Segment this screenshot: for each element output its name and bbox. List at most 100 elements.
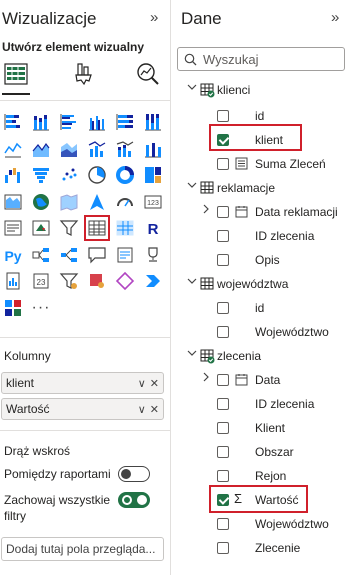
field-row-obszar[interactable]: Obszar (171, 440, 347, 464)
field-checkbox[interactable] (217, 110, 229, 122)
field-row-id-zlecenia[interactable]: ID zlecenia (171, 392, 347, 416)
table-icon[interactable] (84, 215, 110, 241)
multi-row-card-icon[interactable] (2, 217, 24, 239)
field-row-klient[interactable]: Klient (171, 416, 347, 440)
field-row-suma-zlecen[interactable]: Suma Zleceń (171, 152, 347, 176)
field-checkbox[interactable] (217, 230, 229, 242)
funnel-chart-icon[interactable] (30, 164, 52, 186)
field-row-zlecenie[interactable]: Zlecenie (171, 536, 347, 560)
power-apps-icon[interactable]: 23 (30, 270, 52, 292)
cross-report-toggle[interactable] (118, 466, 150, 482)
card-icon[interactable]: 123 (142, 191, 164, 213)
waterfall-chart-icon[interactable] (2, 164, 24, 186)
kpi-icon[interactable] (30, 217, 52, 239)
100-stacked-bar-chart-icon[interactable] (114, 111, 136, 133)
area-chart-icon[interactable] (30, 138, 52, 160)
trophy-icon[interactable] (142, 244, 164, 266)
format-visual-icon[interactable] (68, 58, 100, 90)
chevron-down-icon[interactable] (187, 180, 197, 190)
field-row-wojewodztwo[interactable]: Województwo (171, 512, 347, 536)
r-visual-icon[interactable]: R (142, 217, 164, 239)
mode-tabs (0, 58, 170, 90)
line-chart-icon[interactable] (2, 138, 24, 160)
line-and-column-chart-icon[interactable] (86, 138, 108, 160)
100-stacked-column-chart-icon[interactable] (142, 111, 164, 133)
svg-text:123: 123 (147, 200, 159, 207)
field-checkbox[interactable] (217, 470, 229, 482)
custom-visual-icon[interactable] (2, 297, 24, 319)
build-visual-icon[interactable] (0, 58, 32, 90)
field-row-opis[interactable]: Opis (171, 248, 347, 272)
donut-chart-icon[interactable] (114, 164, 136, 186)
table-row-reklamacje[interactable]: reklamacje (171, 176, 347, 200)
keep-filters-toggle[interactable] (118, 492, 150, 508)
field-row-id[interactable]: id (171, 296, 347, 320)
key-influencers-icon[interactable] (30, 244, 52, 266)
arcgis-icon[interactable] (142, 270, 164, 292)
field-checkbox[interactable] (217, 158, 229, 170)
search-input[interactable]: Wyszukaj (177, 47, 345, 71)
stacked-bar-chart-icon[interactable] (2, 111, 24, 133)
diamond-visual-icon[interactable] (86, 270, 108, 292)
field-row-id-zlecenia[interactable]: ID zlecenia (171, 224, 347, 248)
field-row-data[interactable]: Data (171, 368, 347, 392)
clustered-column-chart-icon[interactable] (86, 111, 108, 133)
power-automate-icon[interactable] (58, 270, 80, 292)
collapse-data-pane-icon[interactable]: » (331, 9, 339, 26)
field-checkbox[interactable] (217, 206, 229, 218)
field-name: Obszar (255, 445, 294, 459)
filled-map-icon[interactable] (30, 191, 52, 213)
map-icon[interactable] (2, 191, 24, 213)
table-row-wojewodztwa[interactable]: województwa (171, 272, 347, 296)
chevron-down-icon[interactable]: ∨ (138, 403, 146, 416)
field-checkbox[interactable] (217, 326, 229, 338)
chevron-right-icon[interactable] (201, 204, 211, 214)
azure-map-icon[interactable] (86, 191, 108, 213)
well-field-name: Wartość (6, 402, 50, 416)
field-row-wojewodztwo[interactable]: Województwo (171, 320, 347, 344)
line-and-stacked-column-chart-icon[interactable] (114, 138, 136, 160)
slicer-icon[interactable] (58, 217, 80, 239)
matrix-icon[interactable] (114, 217, 136, 239)
shape-map-icon[interactable] (58, 191, 80, 213)
chevron-down-icon[interactable] (187, 82, 197, 92)
field-checkbox[interactable] (217, 302, 229, 314)
ribbon-chart-icon[interactable] (142, 138, 164, 160)
chevron-down-icon[interactable] (187, 348, 197, 358)
field-checkbox[interactable] (217, 518, 229, 530)
smart-narrative-icon[interactable] (114, 244, 136, 266)
more-visuals-icon[interactable]: ··· (30, 297, 52, 319)
collapse-visualizations-icon[interactable]: » (150, 9, 158, 26)
table-row-zlecenia[interactable]: zlecenia (171, 344, 347, 368)
field-row-data-reklamacji[interactable]: Data reklamacji (171, 200, 347, 224)
table-row-klienci[interactable]: klienci (171, 78, 347, 102)
stacked-area-chart-icon[interactable] (58, 138, 80, 160)
field-checkbox[interactable] (217, 398, 229, 410)
close-icon[interactable]: ✕ (150, 403, 159, 416)
chevron-down-icon[interactable]: ∨ (138, 377, 146, 390)
drill-through-drop-field[interactable]: Dodaj tutaj pola przegląda... (1, 537, 164, 561)
field-checkbox[interactable] (217, 374, 229, 386)
pie-chart-icon[interactable] (86, 164, 108, 186)
close-icon[interactable]: ✕ (150, 377, 159, 390)
column-well-wartosc[interactable]: Wartość ∨ ✕ (1, 398, 164, 420)
field-checkbox[interactable] (217, 542, 229, 554)
column-well-klient[interactable]: klient ∨ ✕ (1, 372, 164, 394)
clustered-bar-chart-icon[interactable] (58, 111, 80, 133)
paginated-report-icon[interactable] (2, 270, 24, 292)
analytics-icon[interactable] (132, 58, 164, 90)
scatter-chart-icon[interactable] (58, 164, 80, 186)
chevron-right-icon[interactable] (201, 372, 211, 382)
qa-icon[interactable] (86, 244, 108, 266)
field-checkbox[interactable] (217, 446, 229, 458)
chevron-down-icon[interactable] (187, 276, 197, 286)
python-visual-icon[interactable]: Py (2, 244, 24, 266)
drill-through-label: Drąż wskroś (4, 444, 71, 458)
stacked-column-chart-icon[interactable] (30, 111, 52, 133)
field-checkbox[interactable] (217, 422, 229, 434)
treemap-icon[interactable] (142, 164, 164, 186)
gauge-icon[interactable] (114, 191, 136, 213)
decomposition-tree-icon[interactable] (58, 244, 80, 266)
chevron-visual-icon[interactable] (114, 270, 136, 292)
field-checkbox[interactable] (217, 254, 229, 266)
